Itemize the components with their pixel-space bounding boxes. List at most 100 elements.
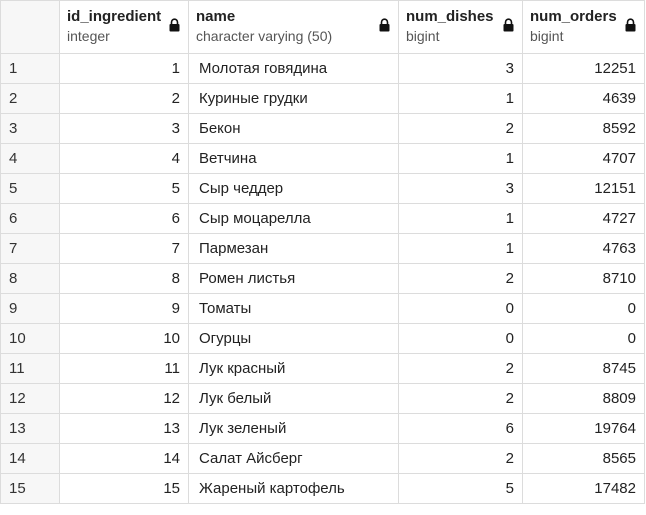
column-name: num_dishes [406,8,494,25]
num-orders-cell[interactable]: 4639 [522,83,645,114]
table-row[interactable]: 14 14 Салат Айсберг 2 8565 [0,443,645,474]
row-number-cell[interactable]: 3 [0,113,60,144]
table-row[interactable]: 11 11 Лук красный 2 8745 [0,353,645,384]
num-dishes-cell[interactable]: 2 [398,443,523,474]
num-orders-cell[interactable]: 4727 [522,203,645,234]
name-cell[interactable]: Сыр чеддер [188,173,399,204]
table-row[interactable]: 4 4 Ветчина 1 4707 [0,143,645,174]
id-ingredient-cell[interactable]: 9 [59,293,189,324]
table-row[interactable]: 5 5 Сыр чеддер 3 12151 [0,173,645,204]
row-number-cell[interactable]: 9 [0,293,60,324]
id-ingredient-cell[interactable]: 14 [59,443,189,474]
num-dishes-cell[interactable]: 1 [398,83,523,114]
num-dishes-cell[interactable]: 1 [398,143,523,174]
column-name: num_orders [530,8,617,25]
num-orders-cell[interactable]: 12151 [522,173,645,204]
row-number-cell[interactable]: 7 [0,233,60,264]
row-number-cell[interactable]: 8 [0,263,60,294]
num-dishes-cell[interactable]: 0 [398,323,523,354]
row-number-cell[interactable]: 15 [0,473,60,504]
table-row[interactable]: 9 9 Томаты 0 0 [0,293,645,324]
table-row[interactable]: 7 7 Пармезан 1 4763 [0,233,645,264]
num-dishes-cell[interactable]: 1 [398,233,523,264]
num-orders-cell[interactable]: 8809 [522,383,645,414]
row-number-cell[interactable]: 12 [0,383,60,414]
id-ingredient-cell[interactable]: 11 [59,353,189,384]
num-dishes-cell[interactable]: 3 [398,53,523,84]
column-header-num-orders[interactable]: num_orders bigint [522,0,645,54]
num-dishes-cell[interactable]: 0 [398,293,523,324]
name-cell[interactable]: Лук белый [188,383,399,414]
table-row[interactable]: 12 12 Лук белый 2 8809 [0,383,645,414]
row-number-cell[interactable]: 4 [0,143,60,174]
id-ingredient-cell[interactable]: 4 [59,143,189,174]
num-dishes-cell[interactable]: 5 [398,473,523,504]
name-cell[interactable]: Огурцы [188,323,399,354]
name-cell[interactable]: Ветчина [188,143,399,174]
name-cell[interactable]: Молотая говядина [188,53,399,84]
row-number-cell[interactable]: 13 [0,413,60,444]
column-type: bigint [530,28,564,44]
num-orders-cell[interactable]: 8745 [522,353,645,384]
name-cell[interactable]: Лук красный [188,353,399,384]
row-number-cell[interactable]: 14 [0,443,60,474]
table-row[interactable]: 13 13 Лук зеленый 6 19764 [0,413,645,444]
id-ingredient-cell[interactable]: 7 [59,233,189,264]
num-orders-cell[interactable]: 19764 [522,413,645,444]
id-ingredient-cell[interactable]: 2 [59,83,189,114]
row-number-cell[interactable]: 5 [0,173,60,204]
num-orders-cell[interactable]: 8710 [522,263,645,294]
num-orders-cell[interactable]: 8565 [522,443,645,474]
table-body: 1 1 Молотая говядина 3 12251 2 2 Куриные грудки… [0,53,645,504]
id-ingredient-cell[interactable]: 15 [59,473,189,504]
id-ingredient-cell[interactable]: 12 [59,383,189,414]
name-cell[interactable]: Салат Айсберг [188,443,399,474]
num-dishes-cell[interactable]: 1 [398,203,523,234]
name-cell[interactable]: Бекон [188,113,399,144]
id-ingredient-cell[interactable]: 10 [59,323,189,354]
num-dishes-cell[interactable]: 2 [398,263,523,294]
num-orders-cell[interactable]: 0 [522,323,645,354]
table-row[interactable]: 8 8 Ромен листья 2 8710 [0,263,645,294]
num-dishes-cell[interactable]: 6 [398,413,523,444]
id-ingredient-cell[interactable]: 8 [59,263,189,294]
table-row[interactable]: 6 6 Сыр моцарелла 1 4727 [0,203,645,234]
num-dishes-cell[interactable]: 2 [398,353,523,384]
table-row[interactable]: 1 1 Молотая говядина 3 12251 [0,53,645,84]
name-cell[interactable]: Жареный картофель [188,473,399,504]
id-ingredient-cell[interactable]: 5 [59,173,189,204]
column-header-id-ingredient[interactable]: id_ingredient integer [59,0,189,54]
name-cell[interactable]: Лук зеленый [188,413,399,444]
name-cell[interactable]: Ромен листья [188,263,399,294]
row-number-cell[interactable]: 2 [0,83,60,114]
row-number-cell[interactable]: 6 [0,203,60,234]
id-ingredient-cell[interactable]: 1 [59,53,189,84]
name-cell[interactable]: Куриные грудки [188,83,399,114]
num-orders-cell[interactable]: 0 [522,293,645,324]
lock-icon [503,18,514,32]
row-number-cell[interactable]: 11 [0,353,60,384]
id-ingredient-cell[interactable]: 3 [59,113,189,144]
row-number-cell[interactable]: 1 [0,53,60,84]
id-ingredient-cell[interactable]: 13 [59,413,189,444]
num-orders-cell[interactable]: 8592 [522,113,645,144]
num-orders-cell[interactable]: 17482 [522,473,645,504]
table-row[interactable]: 3 3 Бекон 2 8592 [0,113,645,144]
num-orders-cell[interactable]: 12251 [522,53,645,84]
name-cell[interactable]: Пармезан [188,233,399,264]
num-dishes-cell[interactable]: 2 [398,113,523,144]
num-dishes-cell[interactable]: 3 [398,173,523,204]
table-row[interactable]: 2 2 Куриные грудки 1 4639 [0,83,645,114]
table-row[interactable]: 15 15 Жареный картофель 5 17482 [0,473,645,504]
select-all-corner[interactable] [0,0,60,54]
num-orders-cell[interactable]: 4707 [522,143,645,174]
id-ingredient-cell[interactable]: 6 [59,203,189,234]
table-row[interactable]: 10 10 Огурцы 0 0 [0,323,645,354]
num-orders-cell[interactable]: 4763 [522,233,645,264]
column-header-name[interactable]: name character varying (50) [188,0,399,54]
column-header-num-dishes[interactable]: num_dishes bigint [398,0,523,54]
row-number-cell[interactable]: 10 [0,323,60,354]
name-cell[interactable]: Сыр моцарелла [188,203,399,234]
name-cell[interactable]: Томаты [188,293,399,324]
num-dishes-cell[interactable]: 2 [398,383,523,414]
